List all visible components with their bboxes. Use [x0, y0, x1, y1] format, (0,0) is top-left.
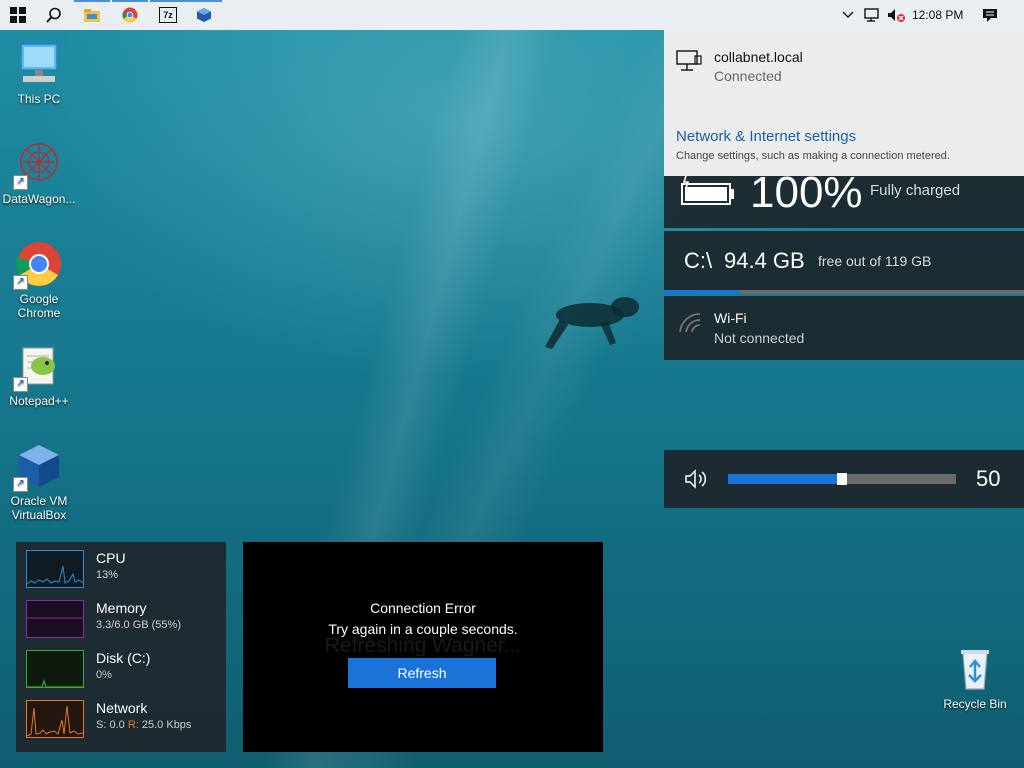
desktop-icon-label: This PC	[17, 92, 61, 106]
network-title: Network	[96, 700, 148, 716]
desktop-icon-label: Notepad++	[9, 394, 69, 408]
speaker-icon[interactable]	[684, 469, 710, 494]
desktop-icon-notepad-plus-plus[interactable]: ↗ Notepad++	[0, 342, 78, 408]
disk-total-text: free out of 119 GB	[818, 253, 932, 269]
disk-drive-letter: C:\	[684, 248, 713, 273]
this-pc-icon	[15, 40, 63, 88]
desktop-icon-label: Recycle Bin	[943, 697, 1007, 711]
chrome-icon[interactable]	[112, 0, 148, 30]
desktop-icon-recycle-bin[interactable]: Recycle Bin	[936, 645, 1014, 711]
network-send-value: 0.0	[109, 719, 125, 731]
wifi-label: Wi-Fi	[714, 310, 747, 326]
shortcut-arrow-icon: ↗	[13, 477, 28, 492]
network-tray-icon[interactable]	[864, 0, 882, 30]
search-icon[interactable]	[36, 0, 72, 30]
recycle-bin-icon	[951, 645, 999, 693]
network-value: S: 0.0 R: 25.0 Kbps	[96, 719, 191, 731]
disk-usage-track	[664, 290, 1024, 294]
7zip-label: 7z	[159, 7, 177, 23]
clock[interactable]: 12:08 PM	[912, 0, 963, 30]
memory-title: Memory	[96, 600, 147, 616]
disk-graph	[26, 650, 84, 688]
desktop-icon-datawagon[interactable]: ↗ DataWagon...	[0, 140, 78, 206]
network-status: Connected	[714, 68, 782, 84]
windows-start-icon[interactable]	[0, 0, 36, 30]
virtualbox-icon: ↗	[13, 442, 63, 492]
network-settings-link[interactable]: Network & Internet settings	[676, 128, 856, 145]
7zip-icon[interactable]: 7z	[150, 0, 186, 30]
loading-ghost-text: Refreshing Wagner...	[324, 634, 522, 657]
volume-slider-fill	[728, 474, 842, 484]
cpu-row: CPU 13%	[26, 550, 226, 590]
disk-value: 0%	[96, 669, 112, 681]
battery-widget: 100% Fully charged	[664, 168, 1024, 228]
volume-value: 50	[976, 466, 1001, 491]
battery-percent: 100%	[750, 168, 863, 217]
shortcut-arrow-icon: ↗	[13, 275, 28, 290]
shortcut-arrow-icon: ↗	[13, 377, 28, 392]
virtualbox-icon[interactable]	[186, 0, 222, 30]
network-name[interactable]: collabnet.local	[714, 49, 803, 65]
cpu-graph	[26, 550, 84, 588]
memory-row: Memory 3.3/6.0 GB (55%)	[26, 600, 226, 640]
refresh-button[interactable]: Refresh	[348, 658, 496, 688]
wifi-status: Not connected	[714, 330, 805, 346]
network-flyout: collabnet.local Connected Network & Inte…	[664, 30, 1024, 176]
notepad-plus-plus-icon: ↗	[13, 342, 63, 392]
volume-slider[interactable]	[728, 473, 956, 485]
show-hidden-icons-chevron-icon[interactable]	[842, 0, 854, 30]
ethernet-icon	[676, 50, 702, 77]
desktop-icon-label: Google Chrome	[17, 292, 61, 320]
system-monitor-widget: CPU 13% Memory 3.3/6.0 GB (55%) Disk (C:…	[16, 542, 226, 752]
datawagon-icon: ↗	[13, 140, 63, 190]
disk-title: Disk (C:)	[96, 650, 151, 666]
wifi-widget: Wi-Fi Not connected	[664, 296, 1024, 360]
desktop-icon-label: DataWagon...	[2, 192, 76, 206]
memory-graph	[26, 600, 84, 638]
volume-muted-tray-icon[interactable]	[886, 0, 906, 30]
volume-slider-thumb[interactable]	[837, 473, 847, 485]
wifi-icon	[678, 312, 702, 339]
connection-error-widget: Refreshing Wagner... Connection Error Tr…	[243, 542, 603, 752]
shortcut-arrow-icon: ↗	[13, 175, 28, 190]
network-row: Network S: 0.0 R: 25.0 Kbps	[26, 700, 226, 740]
desktop-icon-this-pc[interactable]: This PC	[0, 40, 78, 106]
network-send-label: S:	[96, 719, 107, 731]
disk-usage-fill	[664, 290, 740, 294]
network-settings-description: Change settings, such as making a connec…	[676, 150, 950, 162]
cpu-value: 13%	[96, 569, 119, 581]
error-message: Try again in a couple seconds.	[328, 621, 518, 637]
disk-free-space: 94.4 GB	[724, 248, 805, 273]
taskbar: 7z 12:08 PM	[0, 0, 1024, 30]
network-graph	[26, 700, 84, 738]
desktop-icon-oracle-vm-virtualbox[interactable]: ↗ Oracle VM VirtualBox	[0, 442, 78, 522]
wallpaper-swimmer	[545, 297, 639, 349]
cpu-title: CPU	[96, 550, 126, 566]
battery-status: Fully charged	[870, 182, 961, 199]
file-explorer-icon[interactable]	[74, 0, 110, 30]
network-receive-value: 25.0 Kbps	[141, 719, 192, 731]
network-receive-label: R:	[127, 719, 139, 731]
error-title: Connection Error	[370, 600, 476, 616]
volume-widget: 50	[664, 450, 1024, 508]
chrome-icon: ↗	[13, 240, 63, 290]
battery-charging-icon	[680, 175, 736, 211]
desktop-icon-google-chrome[interactable]: ↗ Google Chrome	[0, 240, 78, 320]
disk-row: Disk (C:) 0%	[26, 650, 226, 690]
action-center-icon[interactable]	[982, 0, 998, 30]
memory-value: 3.3/6.0 GB (55%)	[96, 619, 181, 631]
disk-widget: C:\ 94.4 GB free out of 119 GB	[664, 231, 1024, 294]
desktop-icon-label: Oracle VM VirtualBox	[10, 494, 68, 522]
